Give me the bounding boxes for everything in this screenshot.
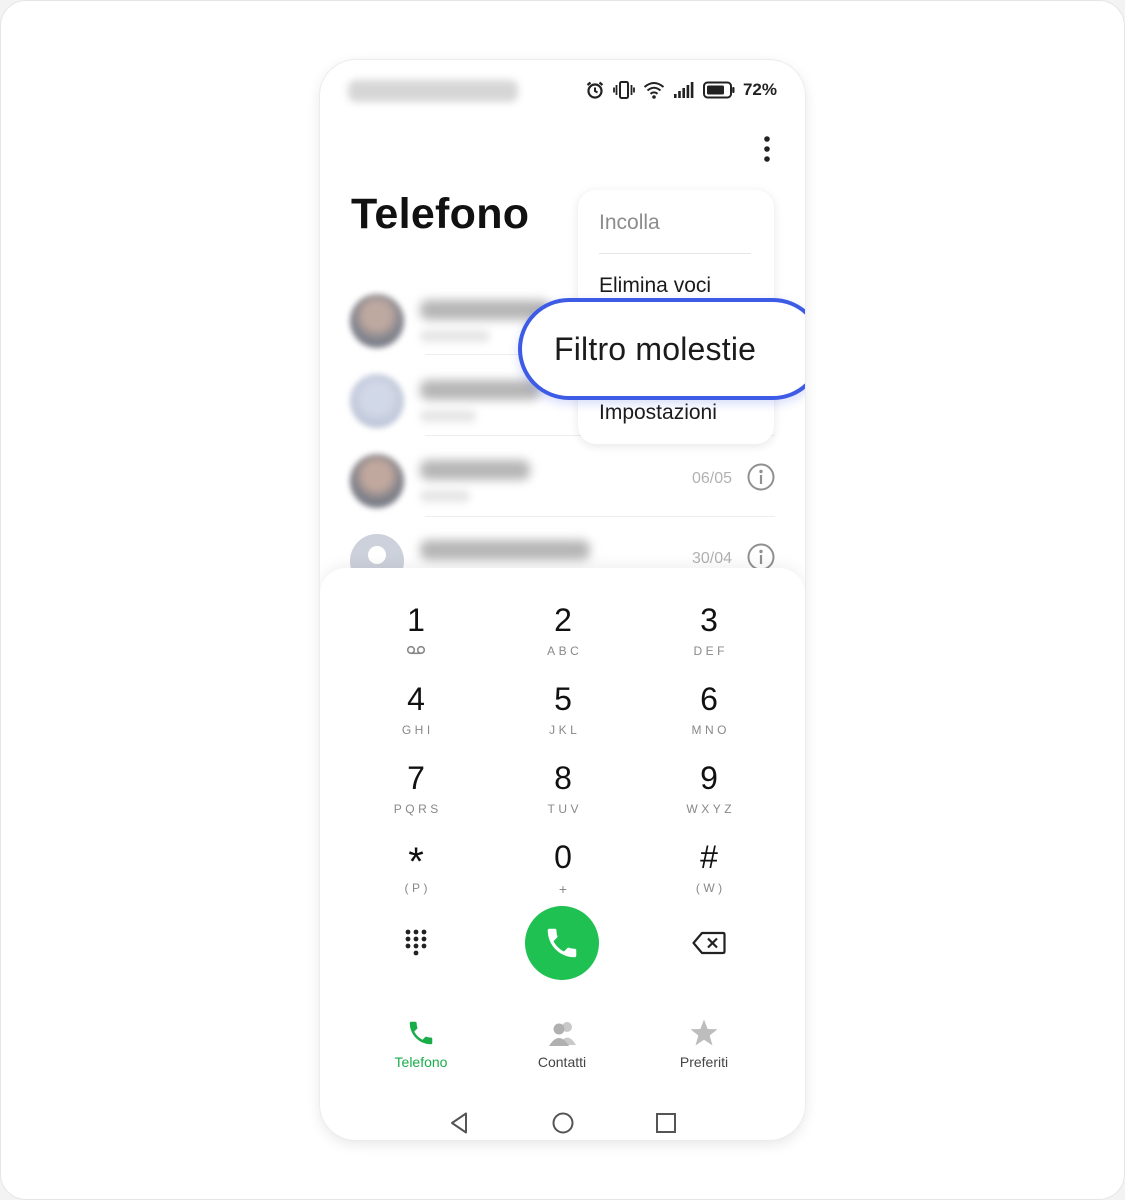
menu-item-settings[interactable]: Impostazioni: [599, 401, 717, 425]
key-1[interactable]: 1: [356, 602, 476, 674]
key-letters: TUV: [547, 802, 582, 816]
tab-label: Contatti: [537, 1054, 587, 1070]
tab-contacts[interactable]: Contatti: [507, 1018, 617, 1070]
phone-screen: 72% Telefono 06/05 30/04 Incolla Elimina…: [320, 60, 805, 1140]
phone-icon: [409, 1021, 433, 1045]
call-button[interactable]: [525, 906, 599, 980]
nav-recents-button[interactable]: [653, 1110, 679, 1136]
tab-favorites[interactable]: Preferiti: [649, 1018, 759, 1070]
key-digit: 0: [554, 839, 572, 875]
key-5[interactable]: 5 JKL: [503, 681, 623, 753]
battery-icon: [702, 81, 735, 99]
signal-icon: [673, 81, 695, 99]
key-4[interactable]: 4 GHI: [356, 681, 476, 753]
key-letters: PQRS: [393, 802, 442, 816]
key-7[interactable]: 7 PQRS: [356, 760, 476, 832]
menu-item-paste: Incolla: [599, 211, 660, 234]
key-2[interactable]: 2 ABC: [503, 602, 623, 674]
contacts-icon: [549, 1022, 576, 1046]
key-digit: 1: [407, 602, 425, 638]
page-title: Telefono: [351, 190, 530, 238]
backspace-icon: [692, 931, 726, 955]
nav-home-button[interactable]: [550, 1110, 576, 1136]
dialpad-toggle-button[interactable]: [400, 928, 432, 960]
back-triangle-icon: [451, 1112, 467, 1134]
key-letters: DEF: [693, 644, 728, 658]
key-digit: 2: [554, 602, 572, 638]
key-digit: 3: [700, 602, 718, 638]
key-8[interactable]: 8 TUV: [503, 760, 623, 832]
menu-divider: [599, 253, 751, 254]
alarm-icon: [585, 80, 605, 100]
key-9[interactable]: 9 WXYZ: [649, 760, 769, 832]
dialpad-icon: [405, 929, 427, 956]
key-digit: #: [700, 839, 718, 875]
key-digit: *: [408, 840, 424, 884]
key-digit: 4: [407, 681, 425, 717]
recents-square-icon: [656, 1113, 676, 1133]
key-letters: (P): [404, 881, 431, 895]
wifi-icon: [643, 81, 665, 99]
key-hash[interactable]: # (W): [649, 839, 769, 911]
tab-label: Telefono: [394, 1054, 448, 1070]
key-letters: MNO: [691, 723, 730, 737]
tab-phone[interactable]: Telefono: [366, 1018, 476, 1070]
key-digit: 6: [700, 681, 718, 717]
more-options-button[interactable]: [752, 134, 782, 164]
key-letters: +: [558, 881, 571, 897]
status-carrier-time-blurred: [348, 80, 518, 102]
key-letters: WXYZ: [686, 802, 736, 816]
battery-percent: 72%: [742, 80, 777, 99]
key-digit: 9: [700, 760, 718, 796]
nav-back-button[interactable]: [447, 1110, 473, 1136]
key-letters: (W): [695, 881, 726, 895]
menu-item-delete-entries[interactable]: Elimina voci: [599, 274, 711, 298]
more-vertical-icon: [764, 136, 770, 162]
menu-item-spam-filter-label: Filtro molestie: [554, 330, 757, 367]
key-star[interactable]: * (P): [356, 839, 476, 911]
key-6[interactable]: 6 MNO: [649, 681, 769, 753]
star-icon: [690, 1019, 718, 1046]
dialer-panel: 1 2 ABC 3 DEF 4 GHI 5 JKL 6 MNO 7 PQRS 8: [320, 568, 805, 1140]
status-bar-icons: 72%: [585, 78, 777, 102]
key-digit: 5: [554, 681, 572, 717]
phone-icon: [547, 928, 577, 958]
key-letters: GHI: [401, 723, 434, 737]
key-3[interactable]: 3 DEF: [649, 602, 769, 674]
backspace-button[interactable]: [692, 931, 726, 957]
key-digit: 8: [554, 760, 572, 796]
key-letters: JKL: [549, 723, 581, 737]
key-letters: ABC: [547, 644, 583, 658]
key-digit: 7: [407, 760, 425, 796]
vibrate-icon: [613, 80, 635, 100]
key-0[interactable]: 0 +: [503, 839, 623, 911]
tab-label: Preferiti: [679, 1054, 729, 1070]
menu-item-spam-filter[interactable]: Filtro molestie: [518, 298, 805, 400]
voicemail-icon: [406, 645, 426, 655]
home-circle-icon: [552, 1112, 574, 1134]
